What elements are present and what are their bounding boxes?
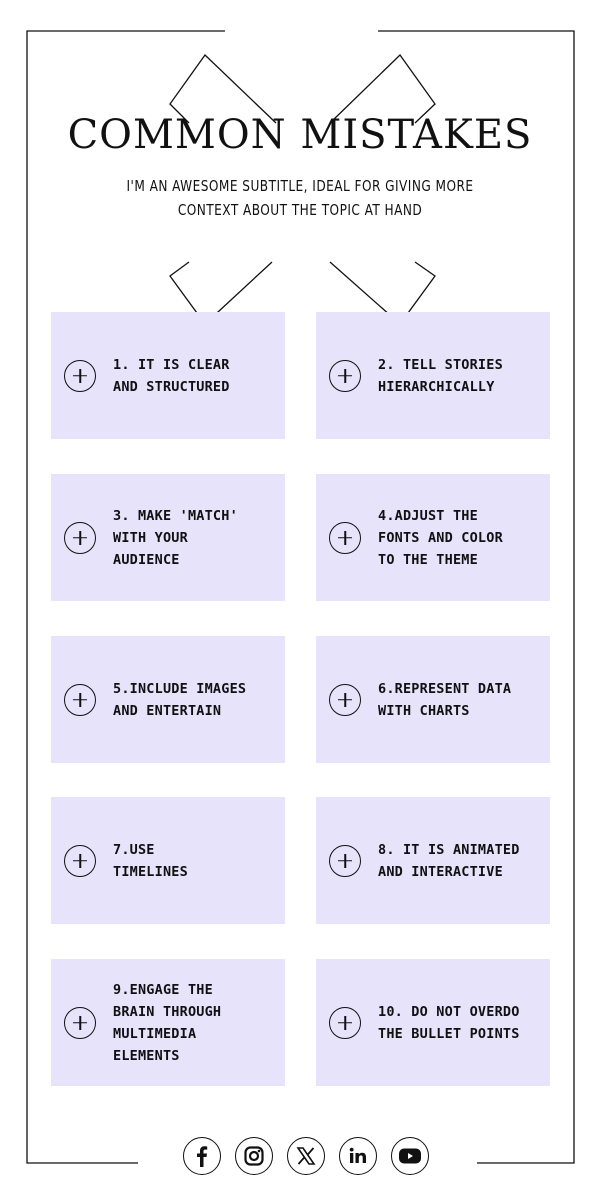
facebook-icon[interactable] (183, 1137, 221, 1175)
subtitle-line-1: I'M AN AWESOME SUBTITLE, IDEAL FOR GIVIN… (126, 177, 474, 195)
card-label: 4.ADJUST THE FONTS AND COLOR TO THE THEM… (378, 507, 503, 568)
mistake-card-7[interactable]: 7.USE TIMELINES (51, 797, 285, 924)
plus-circle-icon[interactable] (64, 1006, 96, 1039)
plus-circle-icon[interactable] (64, 521, 96, 554)
subtitle-line-2: CONTEXT ABOUT THE TOPIC AT HAND (177, 201, 423, 219)
linkedin-icon[interactable] (339, 1137, 377, 1175)
x-icon[interactable] (287, 1137, 325, 1175)
mistake-card-1[interactable]: 1. IT IS CLEAR AND STRUCTURED (51, 312, 285, 439)
mistake-card-2[interactable]: 2. TELL STORIES HIERARCHICALLY (316, 312, 550, 439)
plus-circle-icon[interactable] (329, 359, 361, 392)
plus-circle-icon[interactable] (329, 521, 361, 554)
mistake-card-3[interactable]: 3. MAKE 'MATCH' WITH YOUR AUDIENCE (51, 474, 285, 601)
card-label: 6.REPRESENT DATA WITH CHARTS (378, 680, 512, 719)
page-subtitle: I'M AN AWESOME SUBTITLE, IDEAL FOR GIVIN… (93, 174, 507, 222)
plus-circle-icon[interactable] (64, 844, 96, 877)
mistake-card-9[interactable]: 9.ENGAGE THE BRAIN THROUGH MULTIMEDIA EL… (51, 959, 285, 1086)
mistake-card-5[interactable]: 5.INCLUDE IMAGES AND ENTERTAIN (51, 636, 285, 763)
plus-circle-icon[interactable] (329, 1006, 361, 1039)
card-label: 9.ENGAGE THE BRAIN THROUGH MULTIMEDIA EL… (113, 981, 222, 1064)
mistake-card-4[interactable]: 4.ADJUST THE FONTS AND COLOR TO THE THEM… (316, 474, 550, 601)
card-label: 3. MAKE 'MATCH' WITH YOUR AUDIENCE (113, 507, 238, 568)
plus-circle-icon[interactable] (329, 844, 361, 877)
plus-circle-icon[interactable] (64, 359, 96, 392)
card-label: 1. IT IS CLEAR AND STRUCTURED (113, 356, 230, 395)
page-title: COMMON MISTAKES (67, 112, 533, 158)
social-links (183, 1137, 429, 1175)
card-label: 7.USE TIMELINES (113, 841, 188, 880)
card-label: 2. TELL STORIES HIERARCHICALLY (378, 356, 503, 395)
mistake-card-8[interactable]: 8. IT IS ANIMATED AND INTERACTIVE (316, 797, 550, 924)
youtube-icon[interactable] (391, 1137, 429, 1175)
card-label: 8. IT IS ANIMATED AND INTERACTIVE (378, 841, 520, 880)
plus-circle-icon[interactable] (329, 683, 361, 716)
card-label: 5.INCLUDE IMAGES AND ENTERTAIN (113, 680, 247, 719)
mistake-card-10[interactable]: 10. DO NOT OVERDO THE BULLET POINTS (316, 959, 550, 1086)
instagram-icon[interactable] (235, 1137, 273, 1175)
card-label: 10. DO NOT OVERDO THE BULLET POINTS (378, 1003, 520, 1042)
mistake-card-6[interactable]: 6.REPRESENT DATA WITH CHARTS (316, 636, 550, 763)
plus-circle-icon[interactable] (64, 683, 96, 716)
